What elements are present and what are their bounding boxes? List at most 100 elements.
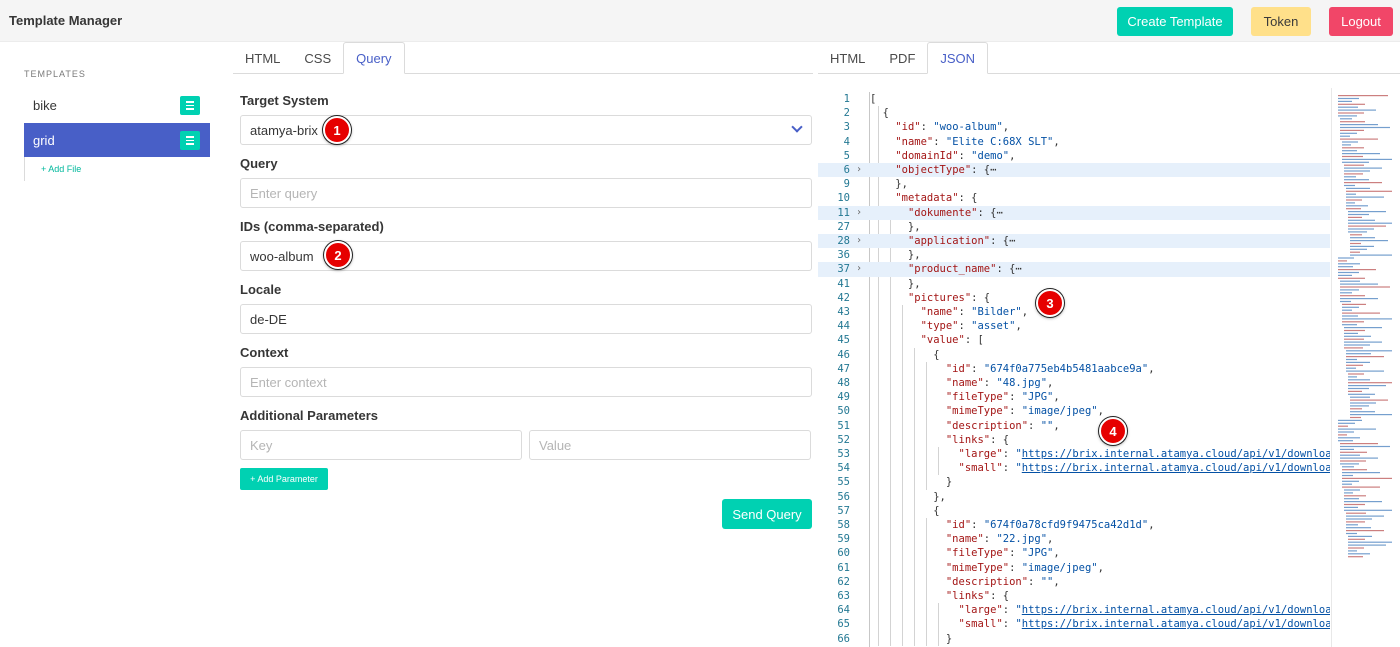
template-item-bike[interactable]: bike xyxy=(24,88,210,122)
target-system-label: Target System xyxy=(240,93,329,108)
code-line[interactable]: 5 "domainId": "demo", xyxy=(818,149,1330,163)
line-number: 48 xyxy=(837,377,850,389)
fold-chevron-icon[interactable]: › xyxy=(856,262,862,276)
code-line[interactable]: 1[ xyxy=(818,92,1330,106)
line-number: 43 xyxy=(837,306,850,318)
tab-pdf[interactable]: PDF xyxy=(877,42,927,74)
line-number: 3 xyxy=(843,121,850,134)
code-line[interactable]: 42 "pictures": { xyxy=(818,291,1330,305)
code-line[interactable]: 4 "name": "Elite C:68X SLT", xyxy=(818,135,1330,149)
code-line[interactable]: 54 "small": "https://brix.internal.atamy… xyxy=(818,461,1330,475)
minimap-line xyxy=(1346,530,1384,532)
create-template-button[interactable]: Create Template xyxy=(1117,7,1233,36)
editor-scrollbar[interactable] xyxy=(1331,88,1332,647)
line-number: 10 xyxy=(837,192,850,205)
logout-button[interactable]: Logout xyxy=(1329,7,1393,36)
tab-html-preview[interactable]: HTML xyxy=(818,42,877,74)
tab-query[interactable]: Query xyxy=(343,42,405,74)
code-line[interactable]: 27 }, xyxy=(818,220,1330,234)
code-line[interactable]: 56 }, xyxy=(818,490,1330,504)
token-button[interactable]: Token xyxy=(1251,7,1311,36)
code-line[interactable]: 43 "name": "Bilder", xyxy=(818,305,1330,319)
code-line[interactable]: 53 "large": "https://brix.internal.atamy… xyxy=(818,447,1330,461)
minimap-line xyxy=(1340,448,1354,450)
minimap-line xyxy=(1344,173,1363,175)
code-line[interactable]: 49 "fileType": "JPG", xyxy=(818,390,1330,404)
code-line[interactable]: 52 "links": { xyxy=(818,433,1330,447)
code-line[interactable]: 37 › "product_name": {⋯ xyxy=(818,262,1330,277)
minimap-line xyxy=(1348,385,1386,387)
code-line[interactable]: 57 { xyxy=(818,504,1330,518)
code-line[interactable]: 50 "mimeType": "image/jpeg", xyxy=(818,404,1330,418)
code-line[interactable]: 6 › "objectType": {⋯ xyxy=(818,163,1330,178)
code-line[interactable]: 58 "id": "674f0a78cfd9f9475ca42d1d", xyxy=(818,518,1330,532)
minimap-line xyxy=(1346,364,1363,366)
code-line[interactable]: 55 } xyxy=(818,475,1330,489)
code-line[interactable]: 65 "small": "https://brix.internal.atamy… xyxy=(818,617,1330,631)
code-line[interactable]: 60 "fileType": "JPG", xyxy=(818,546,1330,560)
line-number: 49 xyxy=(837,391,850,404)
template-item-grid[interactable]: grid xyxy=(24,123,210,157)
preview-tabs: HTML PDF JSON xyxy=(818,42,1400,74)
code-line[interactable]: 41 }, xyxy=(818,277,1330,291)
code-area[interactable]: 1[2 {3 "id": "woo-album", 4 "name": "Elit… xyxy=(818,88,1330,647)
send-query-button[interactable]: Send Query xyxy=(722,499,812,529)
minimap-line xyxy=(1348,228,1374,230)
minimap-line xyxy=(1338,437,1360,439)
minimap-line xyxy=(1342,318,1392,320)
code-line[interactable]: 48 "name": "48.jpg", xyxy=(818,376,1330,390)
minimap-line xyxy=(1350,251,1360,253)
tab-html[interactable]: HTML xyxy=(233,42,292,74)
code-line[interactable]: 64 "large": "https://brix.internal.atamy… xyxy=(818,603,1330,617)
code-line[interactable]: 62 "description": "", xyxy=(818,575,1330,589)
code-line[interactable]: 11 › "dokumente": {⋯ xyxy=(818,205,1330,220)
code-text: "links": { xyxy=(945,590,1010,602)
code-line[interactable]: 10 "metadata": { xyxy=(818,191,1330,205)
line-number: 27 xyxy=(837,220,850,233)
tab-css[interactable]: CSS xyxy=(292,42,343,74)
line-number: 55 xyxy=(837,476,850,489)
code-line[interactable]: 59 "name": "22.jpg", xyxy=(818,532,1330,546)
param-key-input[interactable]: Key xyxy=(240,430,522,460)
template-menu-icon[interactable] xyxy=(180,131,200,150)
code-line[interactable]: 9 }, xyxy=(818,177,1330,191)
json-editor[interactable]: 1[2 {3 "id": "woo-album", 4 "name": "Elit… xyxy=(818,88,1400,647)
minimap-line xyxy=(1346,524,1358,526)
code-text: [ xyxy=(870,93,877,105)
add-parameter-button[interactable]: + Add Parameter xyxy=(240,468,328,490)
query-input[interactable]: Enter query xyxy=(240,178,812,208)
fold-chevron-icon[interactable]: › xyxy=(856,206,862,220)
minimap-line xyxy=(1344,182,1382,184)
code-line[interactable]: 63 "links": { xyxy=(818,589,1330,603)
code-line[interactable]: 44 "type": "asset", xyxy=(818,319,1330,333)
code-line[interactable]: 45 "value": [ xyxy=(818,333,1330,347)
code-line[interactable]: 36 }, xyxy=(818,248,1330,262)
tab-json[interactable]: JSON xyxy=(927,42,989,74)
query-label: Query xyxy=(240,156,278,171)
code-line[interactable]: 28 › "application": {⋯ xyxy=(818,234,1330,249)
minimap-line xyxy=(1340,286,1390,288)
locale-input[interactable]: de-DE xyxy=(240,304,812,334)
code-text: "id": "woo-album", xyxy=(895,121,1010,134)
code-line[interactable]: 2 { xyxy=(818,106,1330,120)
code-text: }, xyxy=(870,220,921,233)
template-menu-icon[interactable] xyxy=(180,96,200,115)
code-line[interactable]: 66 } xyxy=(818,632,1330,646)
code-minimap[interactable] xyxy=(1336,92,1392,562)
context-input[interactable]: Enter context xyxy=(240,367,812,397)
annotation-marker: 3 xyxy=(1036,289,1064,317)
param-value-input[interactable]: Value xyxy=(529,430,811,460)
minimap-line xyxy=(1338,428,1376,430)
fold-chevron-icon[interactable]: › xyxy=(856,234,862,248)
code-text: "fileType": "JPG", xyxy=(945,391,1060,404)
minimap-line xyxy=(1348,538,1365,540)
code-line[interactable]: 47 "id": "674f0a775eb4b5481aabce9a", xyxy=(818,362,1330,376)
fold-chevron-icon[interactable]: › xyxy=(856,163,862,177)
code-line[interactable]: 61 "mimeType": "image/jpeg", xyxy=(818,561,1330,575)
add-file-link[interactable]: + Add File xyxy=(41,164,81,174)
code-line[interactable]: 46 { xyxy=(818,348,1330,362)
minimap-line xyxy=(1338,431,1354,433)
code-line[interactable]: 51 "description": "", xyxy=(818,419,1330,433)
minimap-line xyxy=(1344,329,1365,332)
code-line[interactable]: 3 "id": "woo-album", xyxy=(818,120,1330,134)
